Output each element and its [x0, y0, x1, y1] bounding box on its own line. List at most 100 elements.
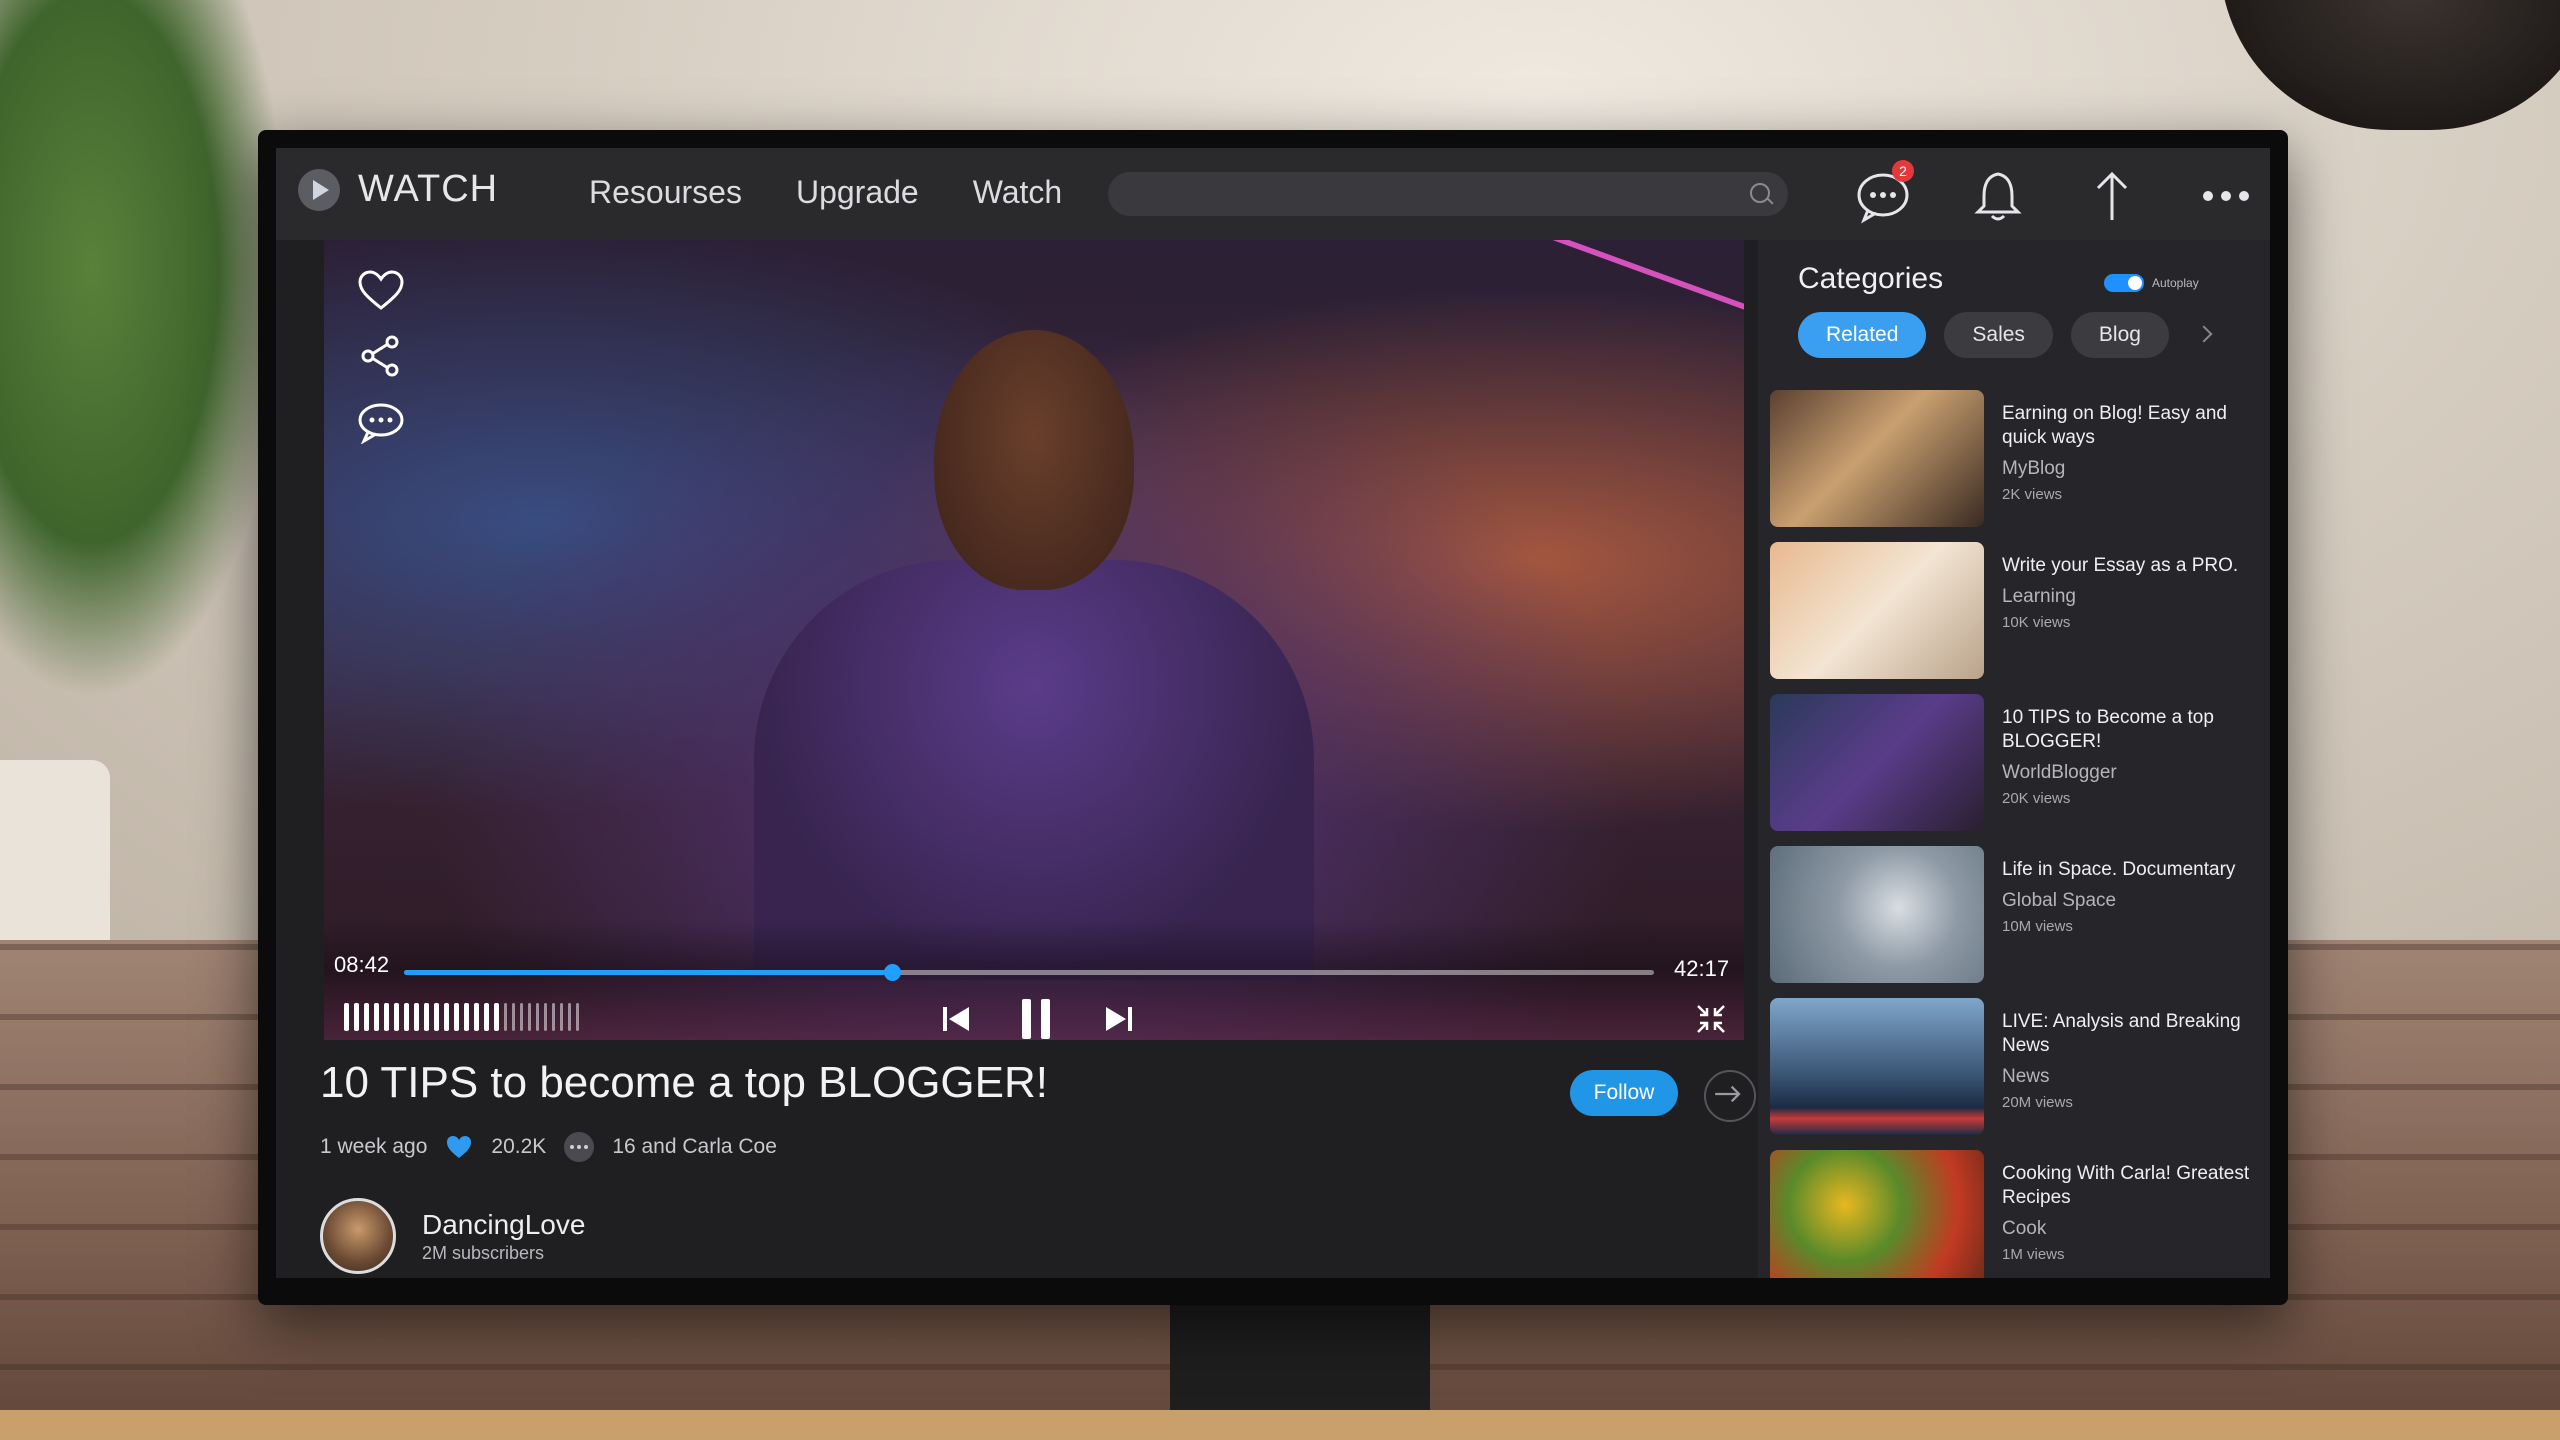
volume-segment — [484, 1003, 489, 1031]
video-title: 10 TIPS to become a top BLOGGER! — [320, 1058, 1048, 1107]
item-views: 20K views — [2002, 790, 2071, 807]
menu-item-resources[interactable]: Resourses — [589, 174, 742, 211]
progress-scrubber[interactable] — [883, 964, 901, 981]
volume-bar[interactable] — [344, 1003, 579, 1031]
volume-segment — [364, 1003, 369, 1031]
volume-segment — [464, 1003, 469, 1031]
related-video-list: Earning on Blog! Easy and quick ways MyB… — [1770, 390, 2260, 1278]
item-title[interactable]: Cooking With Carla! Greatest Recipes — [2002, 1162, 2252, 1210]
video-side-actions — [356, 268, 406, 444]
volume-segment — [528, 1003, 531, 1031]
volume-segment — [454, 1003, 459, 1031]
item-title[interactable]: Write your Essay as a PRO. — [2002, 554, 2252, 578]
list-item[interactable]: LIVE: Analysis and Breaking News News 20… — [1770, 998, 2260, 1150]
volume-segment — [384, 1003, 389, 1031]
more-options-button[interactable] — [2198, 168, 2254, 224]
channel-name[interactable]: DancingLove — [422, 1209, 585, 1241]
search-input[interactable] — [1126, 172, 1730, 218]
menu-item-upgrade[interactable]: Upgrade — [796, 174, 919, 211]
desk-surface — [0, 1410, 2560, 1440]
heart-icon[interactable] — [356, 268, 406, 312]
forward-button[interactable] — [1704, 1070, 1756, 1122]
video-thumbnail[interactable] — [1770, 542, 1984, 679]
autoplay-toggle-group[interactable]: Autoplay — [2104, 274, 2199, 292]
item-title[interactable]: Earning on Blog! Easy and quick ways — [2002, 402, 2252, 450]
item-views: 20M views — [2002, 1094, 2073, 1111]
pause-icon — [1022, 999, 1050, 1039]
upload-age: 1 week ago — [320, 1135, 428, 1158]
video-player[interactable]: 08:42 42:17 — [324, 240, 1744, 1040]
item-channel: WorldBlogger — [2002, 762, 2117, 783]
list-item[interactable]: Life in Space. Documentary Global Space … — [1770, 846, 2260, 998]
volume-segment — [576, 1003, 579, 1031]
item-channel: MyBlog — [2002, 458, 2066, 479]
autoplay-toggle[interactable] — [2104, 274, 2144, 292]
item-title[interactable]: Life in Space. Documentary — [2002, 858, 2252, 882]
chevron-right-icon[interactable] — [2195, 325, 2213, 343]
volume-segment — [552, 1003, 555, 1031]
like-heart-icon[interactable] — [445, 1134, 473, 1160]
avatar[interactable] — [320, 1198, 396, 1274]
volume-segment — [374, 1003, 379, 1031]
skip-next-icon — [1106, 1007, 1132, 1031]
item-channel: Cook — [2002, 1218, 2047, 1239]
comments-icon[interactable] — [564, 1132, 595, 1162]
exit-fullscreen-icon[interactable] — [1694, 1002, 1728, 1036]
item-channel: News — [2002, 1066, 2050, 1087]
volume-segment — [444, 1003, 449, 1031]
neon-light-decoration — [1504, 240, 1744, 430]
play-logo-icon — [298, 168, 340, 211]
volume-segment — [414, 1003, 419, 1031]
top-navbar: WATCH Resourses Upgrade Watch 2 — [276, 148, 2270, 240]
arrow-up-icon — [2096, 171, 2128, 220]
related-sidebar: Categories Autoplay Related Sales Blog E… — [1758, 240, 2270, 1278]
volume-segment — [504, 1003, 507, 1031]
messages-button[interactable]: 2 — [1856, 160, 1914, 224]
autoplay-label: Autoplay — [2152, 276, 2199, 290]
subscriber-count: 2M subscribers — [422, 1242, 545, 1263]
previous-button[interactable] — [939, 1002, 973, 1040]
search-icon[interactable] — [1750, 183, 1770, 203]
list-item[interactable]: 10 TIPS to Become a top BLOGGER! WorldBl… — [1770, 694, 2260, 846]
item-title[interactable]: LIVE: Analysis and Breaking News — [2002, 1010, 2252, 1058]
main-menu: Resourses Upgrade Watch — [589, 174, 1062, 211]
list-item[interactable]: Write your Essay as a PRO. Learning 10K … — [1770, 542, 2260, 694]
logo[interactable]: WATCH — [298, 168, 498, 211]
upload-button[interactable] — [2084, 168, 2140, 224]
comment-icon[interactable] — [356, 400, 406, 444]
chip-blog[interactable]: Blog — [2070, 312, 2169, 358]
search-bar — [1108, 172, 1788, 218]
volume-segment — [404, 1003, 409, 1031]
follow-button[interactable]: Follow — [1570, 1070, 1678, 1116]
volume-segment — [560, 1003, 563, 1031]
item-channel: Learning — [2002, 586, 2076, 607]
next-button[interactable] — [1102, 1002, 1136, 1040]
bell-icon — [1974, 172, 2022, 221]
more-dots-icon — [2203, 191, 2249, 201]
volume-segment — [536, 1003, 539, 1031]
list-item[interactable]: Cooking With Carla! Greatest Recipes Coo… — [1770, 1150, 2260, 1278]
video-meta: 1 week ago 20.2K 16 and Carla Coe — [320, 1132, 777, 1162]
elapsed-time: 08:42 — [334, 952, 390, 977]
notifications-button[interactable] — [1970, 168, 2026, 224]
menu-item-watch[interactable]: Watch — [973, 174, 1063, 211]
channel-info[interactable]: DancingLove 2M subscribers — [320, 1198, 585, 1274]
notification-badge: 2 — [1892, 160, 1914, 182]
video-thumbnail[interactable] — [1770, 390, 1984, 527]
video-thumbnail[interactable] — [1770, 1150, 1984, 1278]
item-views: 10M views — [2002, 918, 2073, 935]
chip-related[interactable]: Related — [1798, 312, 1927, 358]
video-thumbnail[interactable] — [1770, 694, 1984, 831]
video-thumbnail[interactable] — [1770, 998, 1984, 1135]
duration-time: 42:17 — [1674, 956, 1730, 981]
item-title[interactable]: 10 TIPS to Become a top BLOGGER! — [2002, 706, 2252, 754]
list-item[interactable]: Earning on Blog! Easy and quick ways MyB… — [1770, 390, 2260, 542]
video-thumbnail[interactable] — [1770, 846, 1984, 983]
progress-bar[interactable] — [404, 964, 1654, 981]
like-count: 20.2K — [491, 1135, 547, 1158]
share-icon[interactable] — [356, 334, 406, 378]
pause-button[interactable] — [1016, 996, 1056, 1040]
chip-sales[interactable]: Sales — [1944, 312, 2053, 358]
volume-segment — [434, 1003, 439, 1031]
player-controls: 08:42 42:17 — [324, 920, 1744, 1040]
